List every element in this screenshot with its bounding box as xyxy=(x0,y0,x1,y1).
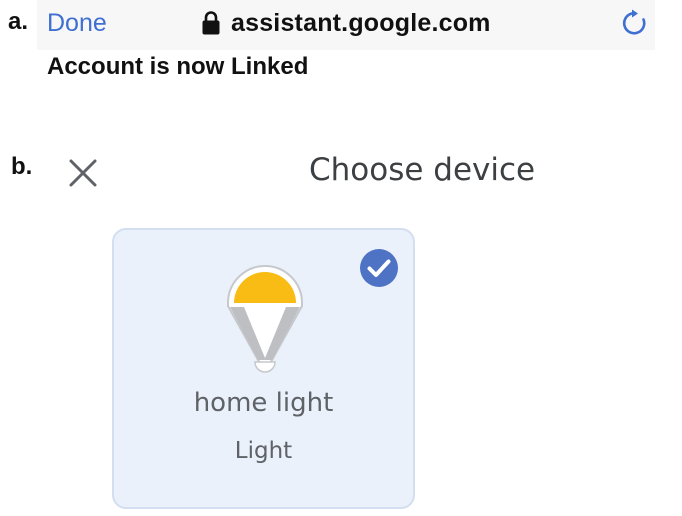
device-name: home light xyxy=(193,388,334,418)
device-type: Light xyxy=(234,438,293,464)
check-circle-icon xyxy=(360,249,398,287)
step-b-label: b. xyxy=(11,153,33,180)
reload-icon[interactable] xyxy=(620,8,650,38)
url-display[interactable]: assistant.google.com xyxy=(201,8,491,38)
light-bulb-icon xyxy=(227,264,303,373)
lock-icon xyxy=(202,11,220,35)
step-a-label: a. xyxy=(8,8,29,35)
account-linked-status: Account is now Linked xyxy=(47,53,309,80)
close-icon[interactable] xyxy=(66,156,100,190)
done-button[interactable]: Done xyxy=(47,9,107,38)
device-card-home-light[interactable]: home light Light xyxy=(112,228,415,509)
dialog-title: Choose device xyxy=(309,152,536,188)
url-text: assistant.google.com xyxy=(231,8,491,37)
browser-address-bar: Done assistant.google.com xyxy=(37,0,655,50)
